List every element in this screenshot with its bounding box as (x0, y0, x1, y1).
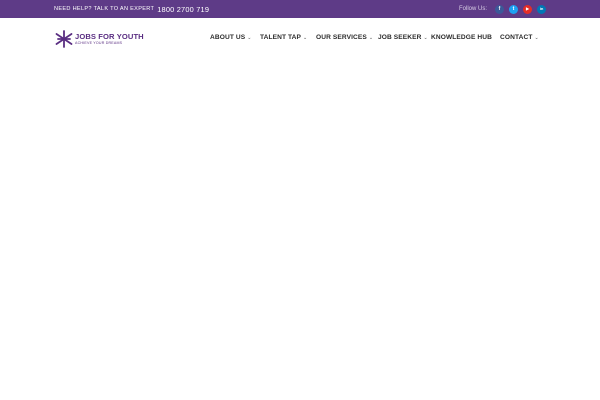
social-follow: Follow Us: f t ▶ in (459, 0, 546, 18)
top-info-bar: NEED HELP? TALK TO AN EXPERT 1800 2700 7… (0, 0, 600, 18)
follow-label: Follow Us: (458, 6, 487, 12)
nav-label: ABOUT US (210, 34, 246, 41)
page-content-area (0, 57, 600, 400)
chevron-down-icon: ⌄ (423, 34, 428, 41)
nav-item-talent-tap[interactable]: TALENT TAP ⌄ (260, 18, 307, 57)
nav-label: OUR SERVICES (316, 34, 367, 41)
nav-item-contact[interactable]: CONTACT ⌄ (500, 18, 539, 57)
nav-item-knowledge-hub[interactable]: KNOWLEDGE HUB (431, 18, 492, 57)
linkedin-icon[interactable]: in (537, 4, 546, 14)
chevron-down-icon: ⌄ (303, 34, 308, 41)
nav-label: JOB SEEKER (378, 34, 422, 41)
chevron-down-icon: ⌄ (368, 34, 374, 41)
facebook-icon[interactable]: f (495, 4, 504, 14)
help-text: NEED HELP? TALK TO AN EXPERT (54, 6, 155, 12)
nav-item-job-seeker[interactable]: JOB SEEKER ⌄ (378, 18, 428, 57)
primary-menu: ABOUT US ⌄ TALENT TAP ⌄ OUR SERVICES ⌄ J… (0, 18, 600, 57)
phone-number-link[interactable]: 1800 2700 719 (157, 5, 209, 14)
chevron-down-icon: ⌄ (247, 34, 252, 41)
youtube-icon[interactable]: ▶ (523, 4, 532, 14)
twitter-icon[interactable]: t (509, 4, 518, 14)
help-contact: NEED HELP? TALK TO AN EXPERT 1800 2700 7… (54, 0, 209, 18)
main-navbar: JOBS FOR YOUTH ACHIEVE YOUR DREAMS ABOUT… (0, 18, 600, 57)
chevron-down-icon: ⌄ (534, 34, 539, 41)
nav-label: TALENT TAP (260, 34, 302, 41)
nav-label: KNOWLEDGE HUB (431, 34, 493, 41)
nav-label: CONTACT (500, 34, 533, 41)
nav-item-our-services[interactable]: OUR SERVICES ⌄ (316, 18, 373, 57)
nav-item-about-us[interactable]: ABOUT US ⌄ (210, 18, 252, 57)
